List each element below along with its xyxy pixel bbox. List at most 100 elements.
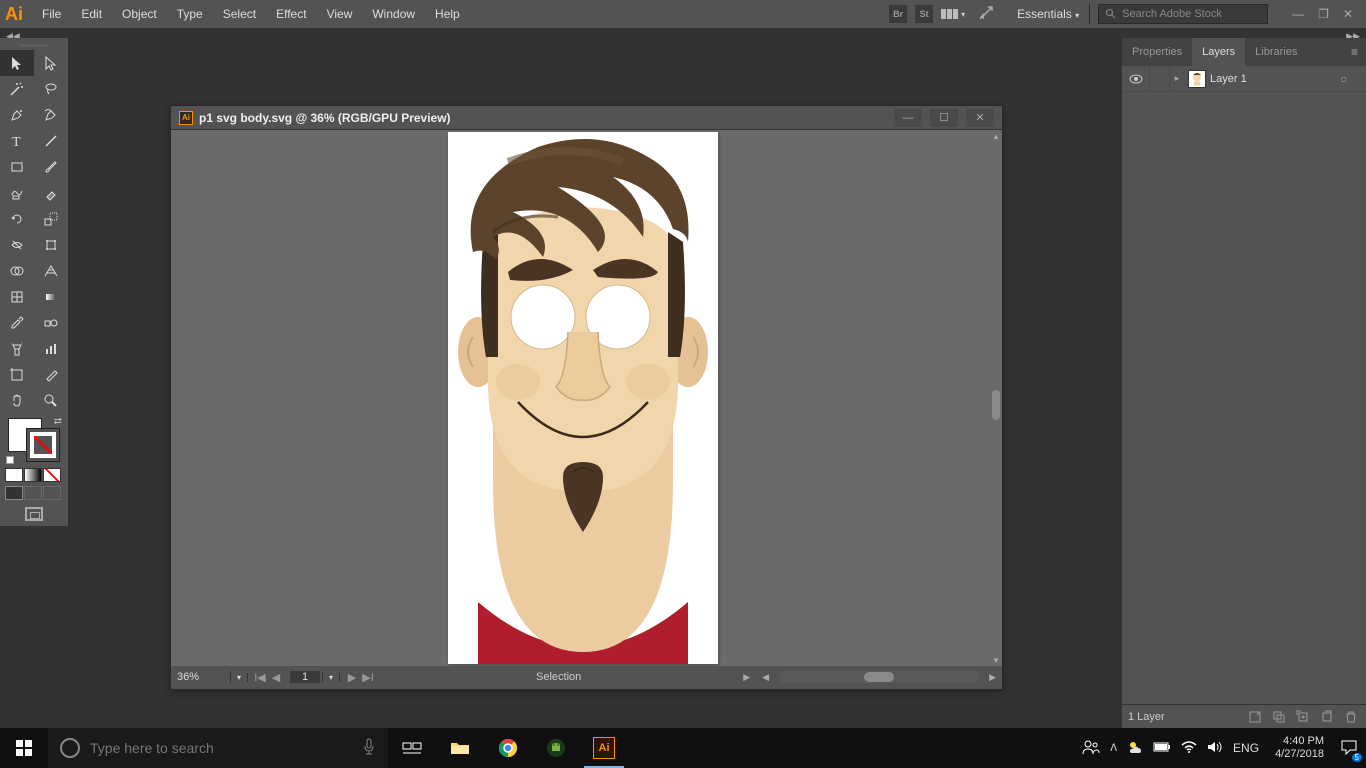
volume-icon[interactable]	[1207, 740, 1223, 757]
visibility-toggle-icon[interactable]	[1122, 66, 1150, 91]
draw-behind[interactable]	[24, 486, 42, 500]
arrange-documents[interactable]: ▾	[941, 6, 965, 22]
artboard-tool[interactable]	[0, 362, 34, 388]
rotate-tool[interactable]	[0, 206, 34, 232]
vertical-scrollbar[interactable]: ▲ ▼	[990, 130, 1002, 666]
people-icon[interactable]	[1082, 739, 1100, 758]
taskbar-search[interactable]	[48, 728, 388, 768]
scroll-right-icon[interactable]: ▶	[983, 672, 1002, 683]
menu-view[interactable]: View	[323, 7, 357, 21]
mic-icon[interactable]	[362, 738, 376, 759]
illustrator-taskbar[interactable]: Ai	[580, 728, 628, 768]
selection-tool[interactable]	[0, 50, 34, 76]
zoom-dropdown[interactable]: ▾	[231, 673, 248, 682]
create-sublayer-icon[interactable]	[1294, 709, 1312, 725]
notifications-icon[interactable]: 5	[1340, 739, 1358, 758]
menu-edit[interactable]: Edit	[77, 7, 106, 21]
menu-file[interactable]: File	[38, 7, 65, 21]
create-layer-icon[interactable]	[1318, 709, 1336, 725]
delete-layer-icon[interactable]	[1342, 709, 1360, 725]
shape-builder-tool[interactable]	[0, 258, 34, 284]
color-mode[interactable]	[5, 468, 23, 482]
none-mode[interactable]	[43, 468, 61, 482]
panel-menu-icon[interactable]: ≡	[1343, 38, 1366, 66]
menu-effect[interactable]: Effect	[272, 7, 310, 21]
column-graph-tool[interactable]	[34, 336, 68, 362]
stock-icon[interactable]: St	[915, 5, 933, 23]
layer-name[interactable]: Layer 1	[1210, 73, 1340, 85]
scroll-down-icon[interactable]: ▼	[990, 654, 1002, 666]
paintbrush-tool[interactable]	[34, 154, 68, 180]
task-view[interactable]	[388, 728, 436, 768]
free-transform-tool[interactable]	[34, 232, 68, 258]
layer-row[interactable]: ▸ Layer 1 ○	[1122, 66, 1366, 92]
layer-target-icon[interactable]: ○	[1340, 72, 1356, 86]
gradient-tool[interactable]	[34, 284, 68, 310]
width-tool[interactable]	[0, 232, 34, 258]
lock-column[interactable]	[1150, 66, 1170, 91]
language-indicator[interactable]: ENG	[1233, 741, 1259, 755]
start-button[interactable]	[0, 728, 48, 768]
app-restore[interactable]: ❐	[1318, 7, 1329, 21]
swap-fill-stroke-icon[interactable]: ⇄	[54, 416, 62, 427]
menu-type[interactable]: Type	[173, 7, 207, 21]
magic-wand-tool[interactable]	[0, 76, 34, 102]
expand-layer-icon[interactable]: ▸	[1170, 73, 1184, 84]
battery-icon[interactable]	[1153, 741, 1171, 756]
zoom-level[interactable]: 36%	[171, 671, 231, 683]
make-clipping-mask-icon[interactable]	[1270, 709, 1288, 725]
menu-select[interactable]: Select	[219, 7, 260, 21]
horizontal-scrollbar[interactable]	[779, 671, 979, 683]
menu-object[interactable]: Object	[118, 7, 161, 21]
eraser-tool[interactable]	[34, 180, 68, 206]
artboard-number[interactable]: 1	[290, 671, 320, 683]
shaper-tool[interactable]	[0, 180, 34, 206]
rectangle-tool[interactable]	[0, 154, 34, 180]
status-right[interactable]: ◀	[756, 672, 775, 683]
chrome[interactable]	[484, 728, 532, 768]
doc-minimize[interactable]: —	[894, 109, 922, 127]
default-fill-stroke-icon[interactable]	[6, 456, 14, 464]
doc-maximize[interactable]: ☐	[930, 109, 958, 127]
sync-icon[interactable]	[973, 5, 999, 24]
first-artboard[interactable]: I◀	[252, 671, 268, 684]
tab-layers[interactable]: Layers	[1192, 38, 1245, 66]
canvas-area[interactable]: ▲ ▼	[171, 130, 1002, 666]
next-artboard[interactable]: ▶	[344, 671, 360, 684]
scroll-up-icon[interactable]: ▲	[990, 130, 1002, 142]
app-close[interactable]: ✕	[1343, 7, 1353, 21]
tab-libraries[interactable]: Libraries	[1245, 38, 1307, 66]
hand-tool[interactable]	[0, 388, 34, 414]
doc-close[interactable]: ✕	[966, 109, 994, 127]
search-input[interactable]	[90, 740, 362, 756]
scroll-thumb[interactable]	[992, 390, 1000, 420]
search-stock[interactable]: Search Adobe Stock	[1098, 4, 1268, 24]
document-titlebar[interactable]: Ai p1 svg body.svg @ 36% (RGB/GPU Previe…	[171, 106, 1002, 130]
app-minimize[interactable]: —	[1292, 7, 1304, 21]
tab-properties[interactable]: Properties	[1122, 38, 1192, 66]
symbol-sprayer-tool[interactable]	[0, 336, 34, 362]
prev-artboard[interactable]: ◀	[268, 671, 284, 684]
draw-normal[interactable]	[5, 486, 23, 500]
stroke-color[interactable]	[26, 428, 60, 462]
fill-stroke-swatch[interactable]: ⇄	[4, 416, 64, 464]
workspace-switcher[interactable]: Essentials ▾	[1007, 4, 1090, 24]
direct-selection-tool[interactable]	[34, 50, 68, 76]
locate-object-icon[interactable]	[1246, 709, 1264, 725]
screen-mode[interactable]	[0, 502, 68, 526]
blend-tool[interactable]	[34, 310, 68, 336]
menu-window[interactable]: Window	[368, 7, 419, 21]
curvature-tool[interactable]	[34, 102, 68, 128]
status-left[interactable]: ▶	[737, 672, 756, 683]
artboard[interactable]	[448, 132, 718, 664]
eyedropper-tool[interactable]	[0, 310, 34, 336]
lasso-tool[interactable]	[34, 76, 68, 102]
clock[interactable]: 4:40 PM 4/27/2018	[1269, 735, 1330, 761]
file-explorer[interactable]	[436, 728, 484, 768]
wifi-icon[interactable]	[1181, 741, 1197, 756]
zoom-tool[interactable]	[34, 388, 68, 414]
menu-help[interactable]: Help	[431, 7, 464, 21]
weather-icon[interactable]	[1127, 739, 1143, 758]
android-studio[interactable]	[532, 728, 580, 768]
gradient-mode[interactable]	[24, 468, 42, 482]
